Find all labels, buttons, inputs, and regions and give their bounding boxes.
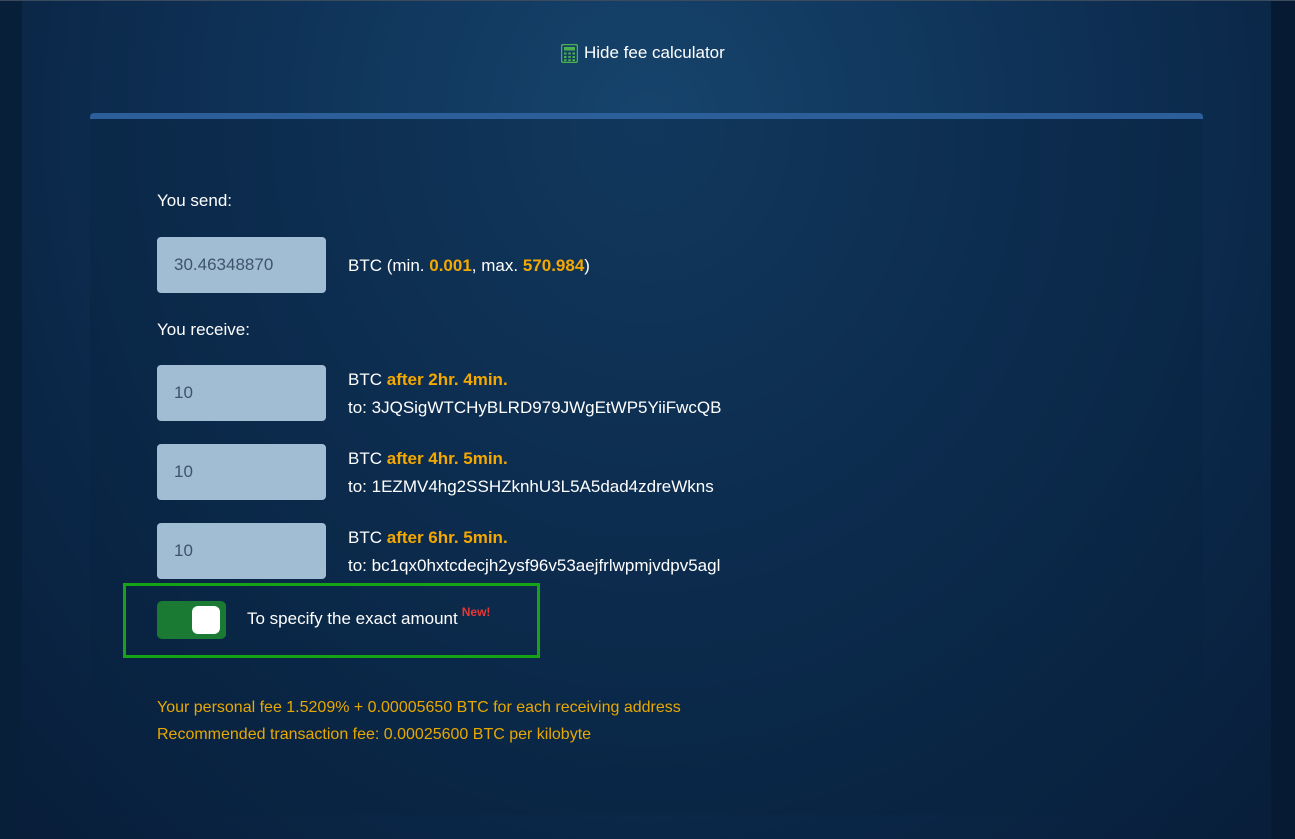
receive-to-prefix: to: [348, 556, 367, 575]
left-margin [0, 0, 22, 839]
top-border [0, 0, 1295, 1]
new-badge: New! [461, 605, 491, 619]
receive-address: 3JQSigWTCHyBLRD979JWgEtWP5YiiFwcQB [371, 398, 722, 417]
exact-amount-label-group[interactable]: To specify the exact amount New! [247, 605, 490, 629]
right-margin [1271, 0, 1295, 839]
receive-currency: BTC [348, 528, 382, 547]
send-amount-input[interactable] [157, 237, 326, 293]
receive-delay: after 4hr. 5min. [386, 449, 508, 468]
receive-row-info: BTC after 6hr. 5min. to: bc1qx0hxtcdecjh… [348, 524, 720, 580]
send-max-prefix: , max. [471, 256, 519, 275]
send-currency: BTC [348, 256, 382, 275]
send-max-value: 570.984 [522, 256, 585, 275]
receive-to-prefix: to: [348, 477, 367, 496]
send-min-prefix: (min. [386, 256, 425, 275]
receive-delay: after 6hr. 5min. [386, 528, 508, 547]
send-min-value: 0.001 [429, 256, 472, 275]
personal-fee-text: Your personal fee 1.5209% + 0.00005650 B… [157, 699, 681, 716]
you-send-label: You send: [157, 191, 232, 210]
send-limits: BTC (min. 0.001, max. 570.984) [348, 252, 590, 280]
switch-knob [192, 606, 220, 634]
hide-fee-calculator-label: Hide fee calculator [584, 43, 725, 62]
hide-fee-calculator-link[interactable]: Hide fee calculator [560, 43, 725, 63]
receive-amount-input-1[interactable] [157, 365, 326, 421]
send-range-suffix: ) [584, 256, 590, 275]
receive-to-prefix: to: [348, 398, 367, 417]
receive-amount-input-2[interactable] [157, 444, 326, 500]
receive-address: bc1qx0hxtcdecjh2ysf96v53aejfrlwpmjvdpv5a… [371, 556, 721, 575]
receive-currency: BTC [348, 449, 382, 468]
exact-amount-label: To specify the exact amount [247, 609, 458, 628]
receive-address: 1EZMV4hg2SSHZknhU3L5A5dad4zdreWkns [371, 477, 714, 496]
exact-amount-switch[interactable] [157, 601, 226, 639]
calculator-icon [560, 43, 579, 63]
you-receive-label: You receive: [157, 320, 250, 339]
receive-row-info: BTC after 2hr. 4min. to: 3JQSigWTCHyBLRD… [348, 366, 721, 422]
receive-delay: after 2hr. 4min. [386, 370, 508, 389]
recommended-fee-text: Recommended transaction fee: 0.00025600 … [157, 726, 592, 743]
receive-currency: BTC [348, 370, 382, 389]
receive-amount-input-3[interactable] [157, 523, 326, 579]
receive-row-info: BTC after 4hr. 5min. to: 1EZMV4hg2SSHZkn… [348, 445, 714, 501]
